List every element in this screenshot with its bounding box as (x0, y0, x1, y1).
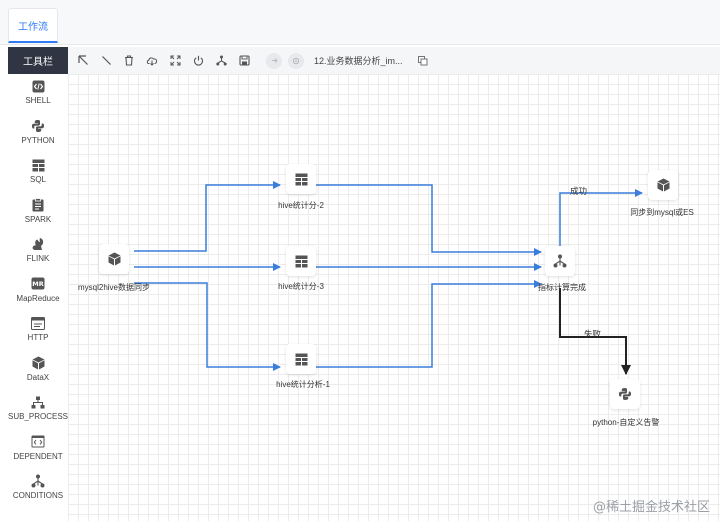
database-icon (31, 158, 45, 172)
cube-icon (657, 178, 669, 192)
database-icon (295, 173, 307, 185)
toolbox-sidebar: 工具栏 SHELL PYTHON SQL SPARK FLINK MR MapR… (8, 47, 68, 521)
branch-icon (31, 474, 45, 488)
code-icon (31, 79, 45, 93)
node-label: hive统计分-2 (278, 201, 324, 210)
cube-icon (108, 252, 120, 266)
tool-mapreduce[interactable]: MR MapReduce (8, 272, 68, 312)
download-icon[interactable] (144, 53, 160, 69)
dag-canvas[interactable]: mysql2hive数据同步 hive统计分-2 hive统计分-3 hive统… (68, 74, 720, 521)
save-icon[interactable] (236, 53, 252, 69)
node-label: 指标计算完成 (538, 283, 586, 292)
database-icon (295, 353, 307, 365)
edge-mysql-hive1[interactable] (134, 282, 281, 371)
svg-text:MR: MR (32, 280, 43, 288)
node-hive2[interactable] (286, 164, 316, 194)
python-icon (619, 388, 631, 400)
node-label: mysql2hive数据同步 (77, 283, 151, 292)
node-label: 同步到mysql或ES (630, 208, 694, 217)
tool-flink[interactable]: FLINK (8, 232, 68, 272)
delete-icon[interactable] (121, 53, 137, 69)
edge-mysql-hive2[interactable] (134, 181, 281, 252)
tool-spark[interactable]: SPARK (8, 193, 68, 233)
tool-label: SPARK (24, 214, 52, 224)
node-conditions[interactable] (545, 246, 575, 276)
tool-label: PYTHON (21, 135, 55, 145)
clipboard-icon (31, 197, 45, 212)
code-window-icon (31, 435, 45, 449)
tool-sub-process[interactable]: SUB_PROCESS (8, 390, 68, 430)
branch-icon (553, 254, 567, 268)
workflow-name: 12.业务数据分析_im... (314, 56, 403, 66)
tab-workflow[interactable]: 工作流 (8, 8, 58, 43)
tool-dependent[interactable]: DEPENDENT (8, 430, 68, 470)
node-python[interactable] (610, 379, 640, 409)
mr-icon: MR (31, 277, 45, 291)
tab-bar: 工作流 (0, 0, 720, 45)
edge-success[interactable] (559, 189, 643, 246)
tool-label: FLINK (26, 254, 50, 263)
tool-label: DEPENDENT (13, 451, 63, 461)
database-icon (295, 255, 307, 267)
line-icon[interactable] (98, 53, 114, 69)
hierarchy-icon (31, 395, 45, 409)
tool-shell[interactable]: SHELL (8, 74, 68, 114)
cube-icon (31, 356, 45, 370)
copy-icon[interactable] (415, 53, 431, 69)
gear-icon[interactable] (288, 52, 304, 69)
tool-conditions[interactable]: CONDITIONS (8, 469, 68, 509)
tool-sql[interactable]: SQL (8, 153, 68, 193)
squirrel-icon (31, 237, 45, 251)
edge-label-fail: 失败 (584, 329, 602, 339)
tool-python[interactable]: PYTHON (8, 114, 68, 154)
power-icon[interactable] (190, 53, 206, 69)
toolbox-title: 工具栏 (8, 47, 68, 74)
tool-label: SUB_PROCESS (7, 412, 69, 421)
node-sync[interactable] (648, 170, 678, 200)
fullscreen-icon[interactable] (167, 53, 183, 69)
node-hive3[interactable] (286, 246, 316, 276)
layout-icon[interactable] (213, 53, 229, 69)
edge-label-success: 成功 (570, 186, 588, 196)
watermark: @稀土掘金技术社区 (592, 500, 710, 515)
node-label: python-自定义告警 (592, 418, 660, 427)
http-icon (31, 316, 45, 330)
tool-datax[interactable]: DataX (8, 351, 68, 391)
edge-hive2-cond[interactable] (316, 184, 542, 256)
tool-label: HTTP (27, 333, 49, 342)
tool-label: CONDITIONS (12, 491, 64, 500)
node-mysql2hive[interactable] (99, 244, 129, 274)
tool-label: SQL (29, 175, 46, 184)
edges-layer (134, 181, 643, 375)
tool-http[interactable]: HTTP (8, 311, 68, 351)
edge-hive1-cond[interactable] (316, 280, 542, 368)
python-icon (31, 119, 45, 133)
tool-label: DataX (26, 372, 50, 382)
select-icon[interactable] (75, 53, 91, 69)
node-label: hive统计分析-1 (276, 380, 330, 389)
tool-label: MapReduce (16, 293, 60, 303)
node-label: hive统计分-3 (278, 282, 324, 291)
arrow-icon[interactable] (266, 52, 282, 69)
tool-label: SHELL (25, 96, 51, 105)
node-hive1[interactable] (286, 344, 316, 374)
canvas-toolbar: 12.业务数据分析_im... (68, 47, 720, 75)
